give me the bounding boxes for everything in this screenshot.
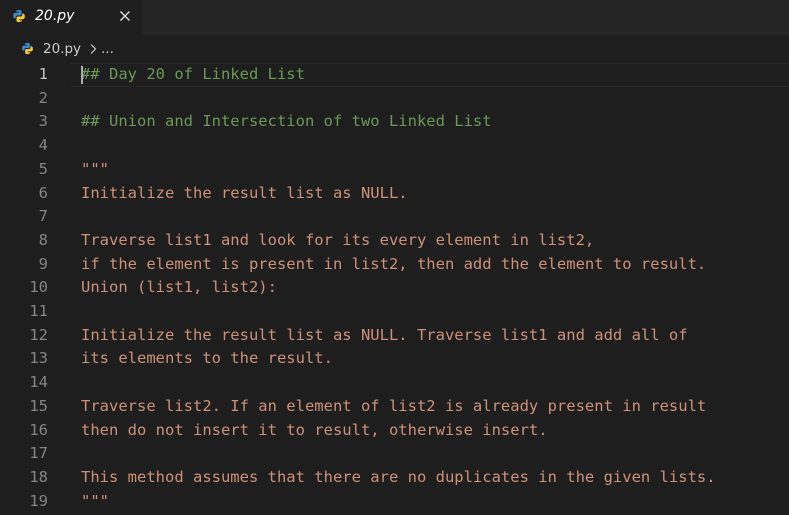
line-number: 7 <box>38 207 48 226</box>
line-number: 14 <box>29 373 48 392</box>
code-line[interactable]: 8 Traverse list1 and look for its every e… <box>0 229 789 253</box>
code-text: Initialize the result list as NULL. Trav… <box>81 325 688 344</box>
code-line[interactable]: 10 Union (list1, list2): <box>0 276 789 300</box>
line-number: 18 <box>29 467 48 486</box>
chevron-right-icon <box>90 44 97 54</box>
line-number: 19 <box>29 491 48 510</box>
breadcrumb-more[interactable]: ... <box>101 41 114 57</box>
code-text: """ <box>81 159 109 178</box>
code-line[interactable]: 7 <box>0 205 789 229</box>
code-text: ## Day 20 of Linked List <box>81 65 305 83</box>
code-line[interactable]: 5 """ <box>0 158 789 182</box>
tab-bar: 20.py <box>0 0 789 35</box>
line-number: 8 <box>38 230 48 249</box>
code-line[interactable]: 11 <box>0 300 789 324</box>
line-number: 9 <box>38 254 48 273</box>
line-number: 6 <box>38 183 48 202</box>
code-text: Union (list1, list2): <box>81 278 277 297</box>
code-line[interactable]: 1 ## Day 20 of Linked List <box>0 63 789 87</box>
line-number: 11 <box>29 302 48 320</box>
line-number: 1 <box>38 65 48 83</box>
text-cursor <box>81 66 83 84</box>
tab-20-py[interactable]: 20.py <box>0 0 142 35</box>
code-line[interactable]: 14 <box>0 371 789 395</box>
close-icon[interactable] <box>117 8 133 24</box>
code-line[interactable]: 9 if the element is present in list2, the… <box>0 253 789 277</box>
python-icon <box>22 42 33 55</box>
code-text: Traverse list1 and look for its every el… <box>81 230 595 249</box>
code-line[interactable]: 18 This method assumes that there are no … <box>0 466 789 490</box>
line-number: 2 <box>38 88 48 107</box>
code-text: its elements to the result. <box>81 349 333 368</box>
code-line[interactable]: 3 ## Union and Intersection of two Linked… <box>0 110 789 134</box>
line-number: 15 <box>29 396 48 415</box>
line-number: 5 <box>38 159 48 178</box>
code-line[interactable]: 12 Initialize the result list as NULL. Tr… <box>0 324 789 348</box>
code-text: """ <box>81 491 109 510</box>
code-line[interactable]: 6 Initialize the result list as NULL. <box>0 182 789 206</box>
code-line[interactable]: 16 then do not insert it to result, other… <box>0 419 789 443</box>
code-text: Initialize the result list as NULL. <box>81 183 408 202</box>
line-number: 16 <box>29 420 48 439</box>
breadcrumb-file[interactable]: 20.py <box>43 41 81 57</box>
code-line[interactable]: 19 """ <box>0 490 789 514</box>
code-line[interactable]: 2 <box>0 87 789 111</box>
tab-label: 20.py <box>35 8 75 24</box>
line-number: 3 <box>38 112 48 131</box>
code-line[interactable]: 15 Traverse list2. If an element of list2… <box>0 395 789 419</box>
line-number: 17 <box>29 444 48 463</box>
python-icon <box>13 9 25 23</box>
line-number: 10 <box>29 278 48 297</box>
breadcrumb: 20.py ... <box>0 35 789 63</box>
code-text: then do not insert it to result, otherwi… <box>81 420 548 439</box>
line-number: 4 <box>38 136 48 155</box>
code-text: ## Union and Intersection of two Linked … <box>81 112 492 131</box>
line-number: 13 <box>29 349 48 368</box>
code-text: Traverse list2. If an element of list2 i… <box>81 396 707 415</box>
code-text: This method assumes that there are no du… <box>81 467 716 486</box>
code-text: if the element is present in list2, then… <box>81 254 707 273</box>
code-line[interactable]: 13 its elements to the result. <box>0 347 789 371</box>
code-editor[interactable]: 1 ## Day 20 of Linked List 2 3 ## Union and … <box>0 63 789 515</box>
code-line[interactable]: 4 <box>0 134 789 158</box>
line-number: 12 <box>29 325 48 344</box>
code-line[interactable]: 17 <box>0 442 789 466</box>
